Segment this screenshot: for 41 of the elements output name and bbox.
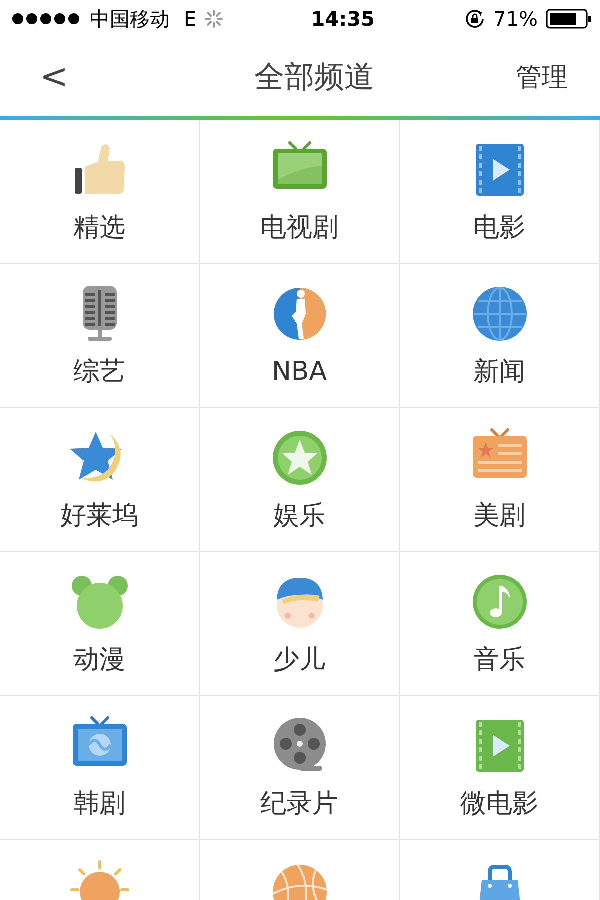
clock-time: 14:35 [311, 7, 375, 31]
channel-tile[interactable]: 纪录片 [200, 696, 400, 840]
channel-tile[interactable]: 精选 [0, 120, 200, 264]
channel-label: 微电影 [460, 788, 538, 820]
channel-tile[interactable]: 美剧 [400, 408, 600, 552]
channel-tile[interactable]: 电视剧 [200, 120, 400, 264]
channel-label: 电视剧 [260, 212, 338, 244]
channel-tile[interactable]: 新闻 [400, 264, 600, 408]
battery-icon [546, 9, 592, 29]
channel-label: 娱乐 [274, 500, 326, 532]
channel-label: 韩剧 [74, 788, 126, 820]
signal-icon [12, 13, 82, 25]
channel-tile[interactable]: 少儿 [200, 552, 400, 696]
channel-tile[interactable]: 好莱坞 [0, 408, 200, 552]
channel-label: 美剧 [474, 500, 526, 532]
carrier-name: 中国移动 [90, 6, 170, 32]
battery-percent: 71% [494, 7, 538, 31]
page-title: 全部频道 [254, 58, 374, 96]
channel-tile[interactable]: 综艺 [0, 264, 200, 408]
channel-label: 新闻 [474, 356, 526, 388]
channel-tile[interactable]: 动漫 [0, 552, 200, 696]
channel-label: 纪录片 [260, 788, 338, 820]
channel-tile[interactable]: 电影 [400, 120, 600, 264]
loading-spinner-icon [204, 10, 223, 28]
manage-button[interactable]: 管理 [516, 60, 568, 94]
channel-tile[interactable]: NBA [200, 264, 400, 408]
channel-tile[interactable]: 微电影 [400, 696, 600, 840]
channel-tile[interactable]: 音乐 [400, 552, 600, 696]
channel-label: 电影 [474, 212, 526, 244]
rotation-lock-icon [464, 8, 486, 30]
network-type: E [184, 7, 197, 31]
channel-label: 音乐 [474, 644, 526, 676]
back-button[interactable]: < [36, 57, 72, 97]
channel-label: 好莱坞 [60, 500, 138, 532]
channel-label: 动漫 [74, 644, 126, 676]
channel-label: 精选 [74, 212, 126, 244]
channel-label: 综艺 [74, 356, 126, 388]
channel-tile[interactable]: 韩剧 [0, 696, 200, 840]
channel-tile[interactable]: 娱乐 [200, 408, 400, 552]
channel-label: NBA [272, 356, 328, 388]
channel-label: 少儿 [274, 644, 326, 676]
